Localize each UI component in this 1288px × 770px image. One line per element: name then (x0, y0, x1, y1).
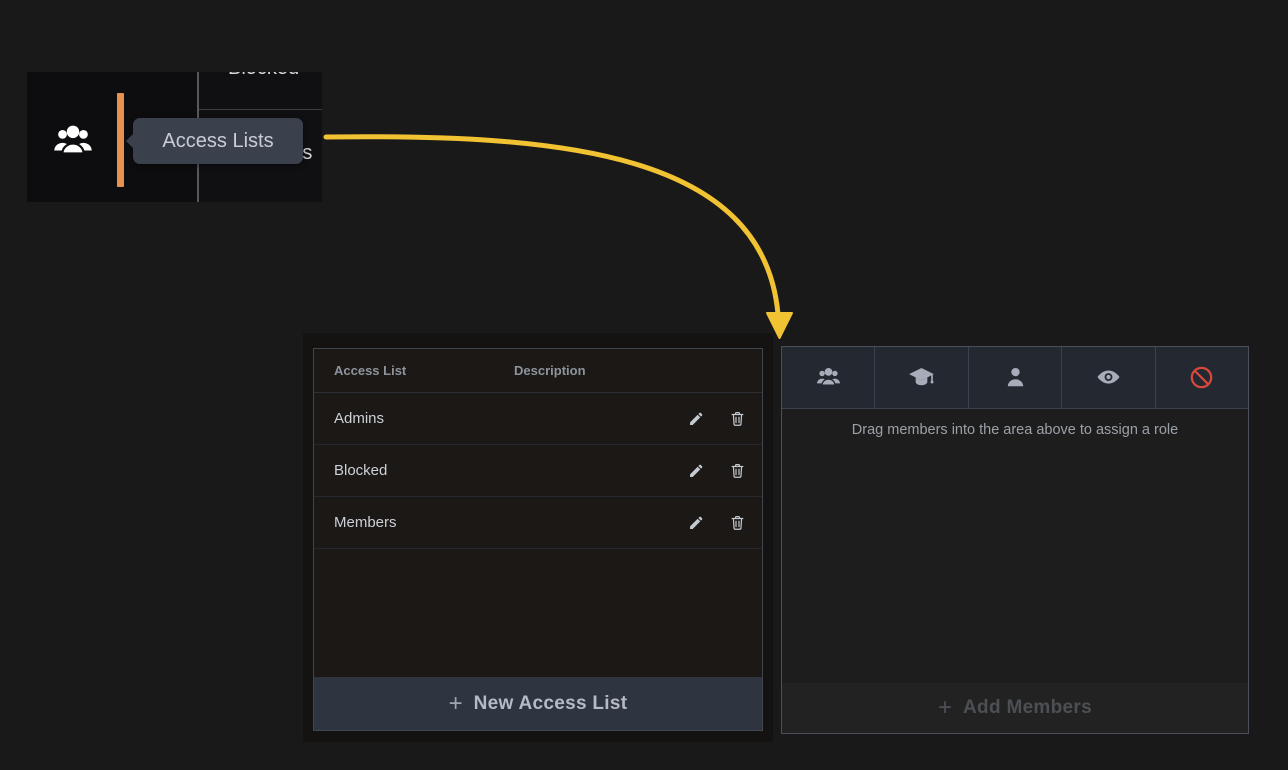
group-icon (51, 119, 95, 163)
tooltip-label: Access Lists (162, 130, 273, 153)
access-lists-panel: Access List Description Admins Blocked (303, 333, 773, 742)
column-header-description: Description (514, 363, 762, 378)
blocked-icon (1188, 364, 1215, 391)
row-actions (688, 410, 762, 427)
delete-icon[interactable] (729, 514, 746, 531)
table-row: Admins (314, 393, 762, 445)
edit-icon[interactable] (688, 410, 705, 427)
plus-icon: + (449, 692, 463, 716)
member-drop-zone[interactable]: Drag members into the area above to assi… (782, 409, 1248, 683)
role-cell-member[interactable] (969, 347, 1062, 409)
access-list-name: Members (314, 514, 514, 531)
group-icon (815, 364, 842, 391)
role-cell-teacher[interactable] (875, 347, 968, 409)
column-header-access-list: Access List (314, 363, 514, 378)
table-row: Blocked (314, 445, 762, 497)
eye-icon (1095, 364, 1122, 391)
row-divider (199, 109, 322, 110)
access-list-table: Access List Description Admins Blocked (313, 348, 763, 731)
drop-hint-text: Drag members into the area above to assi… (782, 422, 1248, 438)
graduation-cap-icon (908, 364, 935, 391)
person-icon (1002, 364, 1029, 391)
edit-icon[interactable] (688, 514, 705, 531)
access-list-name: Admins (314, 410, 514, 427)
new-access-list-button[interactable]: + New Access List (314, 677, 762, 730)
tooltip-pointer (126, 133, 134, 149)
add-members-button[interactable]: + Add Members (782, 683, 1248, 733)
row-actions (688, 462, 762, 479)
page: Blocked Members Access Lists Access List… (0, 0, 1288, 770)
access-list-name: Blocked (314, 462, 514, 479)
table-empty-space (314, 549, 762, 677)
members-panel: Drag members into the area above to assi… (781, 346, 1249, 734)
tooltip-access-lists: Access Lists (133, 118, 303, 164)
role-drop-targets (782, 347, 1248, 409)
role-cell-group[interactable] (782, 347, 875, 409)
sidebar-snippet: Blocked Members Access Lists (27, 72, 322, 202)
new-access-list-label: New Access List (474, 693, 628, 715)
sidebar-item-access-lists[interactable] (45, 115, 101, 167)
table-header-row: Access List Description (314, 349, 762, 393)
add-members-label: Add Members (963, 697, 1092, 719)
clipped-row-blocked: Blocked (228, 72, 299, 80)
edit-icon[interactable] (688, 462, 705, 479)
role-cell-blocked[interactable] (1156, 347, 1248, 409)
active-nav-indicator (117, 93, 124, 187)
plus-icon: + (938, 696, 952, 720)
role-cell-viewer[interactable] (1062, 347, 1155, 409)
delete-icon[interactable] (729, 410, 746, 427)
table-row: Members (314, 497, 762, 549)
row-actions (688, 514, 762, 531)
delete-icon[interactable] (729, 462, 746, 479)
